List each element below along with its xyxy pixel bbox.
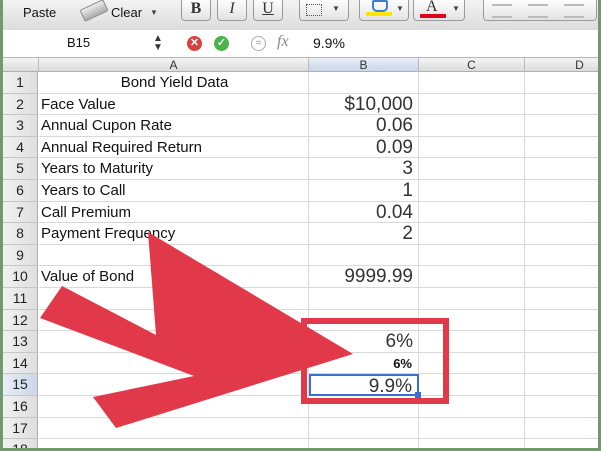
spreadsheet-window: Paste Clear ▼ B I U ▼ ▼ A ▼ B15 ▲ ▼ ✕ ✓ …	[3, 0, 598, 448]
annotation-overlay	[40, 232, 449, 428]
